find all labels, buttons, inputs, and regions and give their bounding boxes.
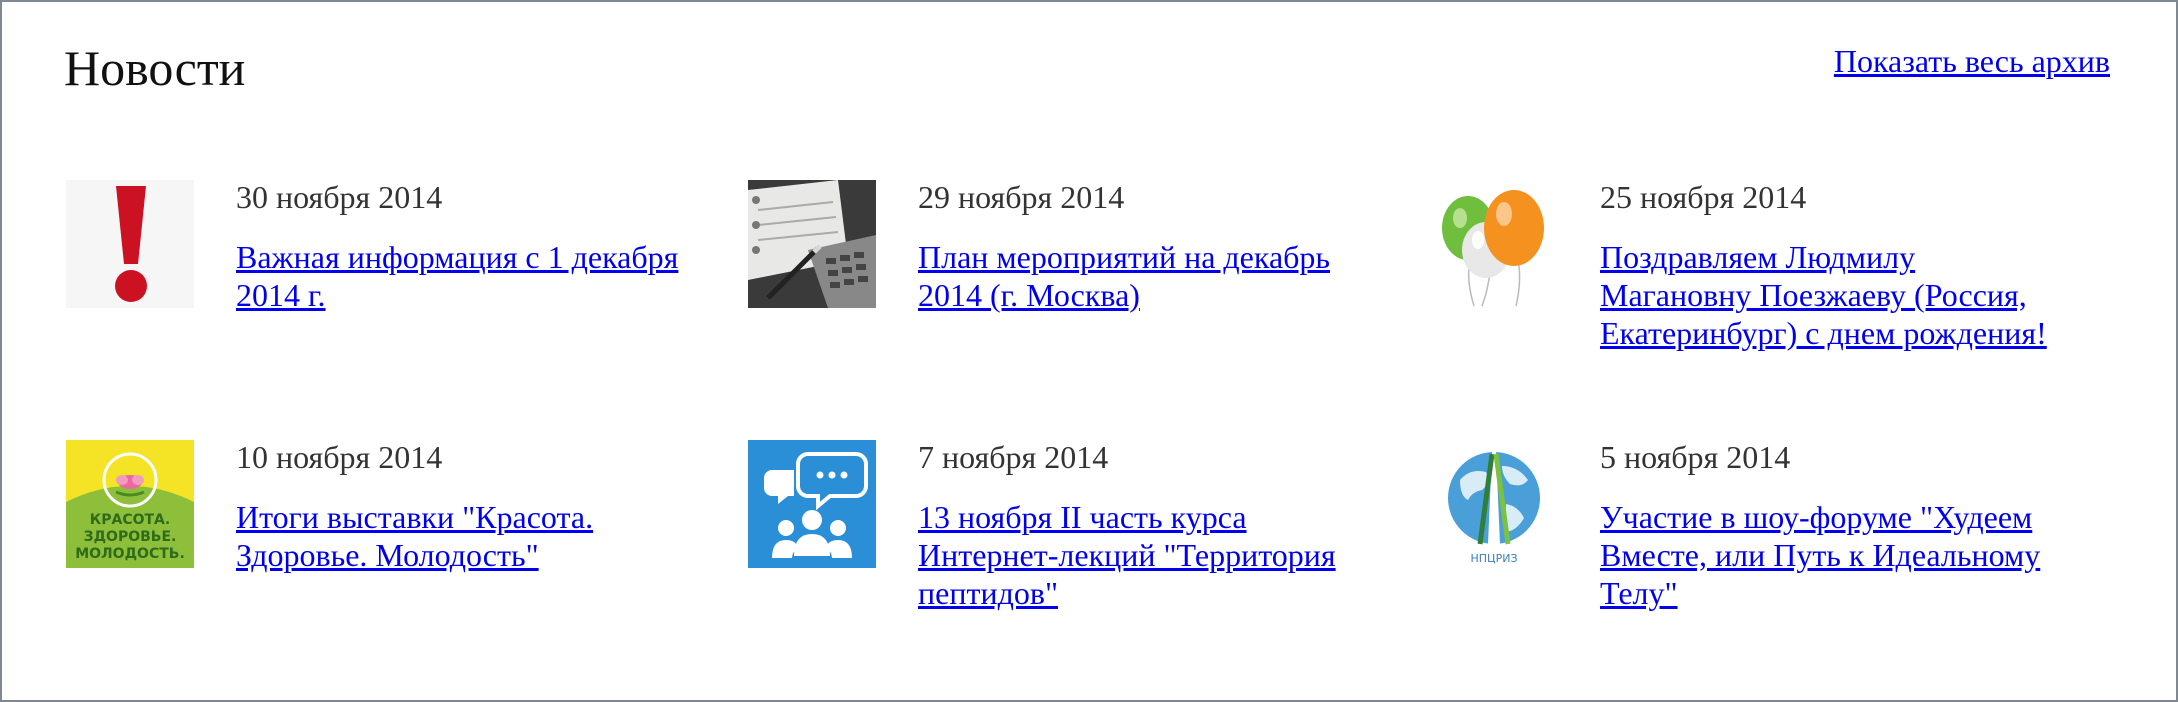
page-title: Новости	[64, 40, 246, 96]
news-title-line: Интернет-лекций "Территория	[918, 537, 1336, 573]
news-title-link[interactable]: Итоги выставки "Красота. Здоровье. Молод…	[236, 498, 726, 574]
globe-logo-text: НПЦРИЗ	[1471, 552, 1518, 565]
news-thumbnail[interactable]	[66, 180, 194, 308]
news-title-line: пептидов"	[918, 575, 1059, 611]
news-thumbnail[interactable]	[748, 180, 876, 308]
show-archive-link[interactable]: Показать весь архив	[1834, 42, 2110, 80]
news-date: 7 ноября 2014	[918, 439, 1109, 475]
expo-logo-line: МОЛОДОСТЬ.	[75, 546, 185, 562]
news-title-line: 2014 (г. Москва)	[918, 277, 1140, 313]
news-title-line: Здоровье. Молодость"	[236, 537, 539, 573]
expo-logo-line: КРАСОТА.	[90, 512, 170, 528]
news-title-line: Поздравляем Людмилу	[1600, 239, 1916, 275]
news-item: КРАСОТА. ЗДОРОВЬЕ. МОЛОДОСТЬ. 10 ноября …	[66, 439, 726, 640]
news-title-link[interactable]: План мероприятий на декабрь 2014 (г. Мос…	[918, 238, 1408, 314]
balloons-icon	[1430, 180, 1558, 308]
news-panel: Новости Показать весь архив 30 ноября 20…	[0, 0, 2178, 702]
planner-calculator-photo	[748, 180, 876, 308]
news-title-line: Вместе, или Путь к Идеальному	[1600, 537, 2041, 573]
expo-logo: КРАСОТА. ЗДОРОВЬЕ. МОЛОДОСТЬ.	[66, 440, 194, 568]
news-date: 30 ноября 2014	[236, 179, 443, 215]
community-chat-icon	[748, 440, 876, 568]
news-date: 5 ноября 2014	[1600, 439, 1791, 475]
news-thumbnail[interactable]	[748, 440, 876, 568]
news-title-line: Магановну Поезжаеву (Россия,	[1600, 277, 2027, 313]
news-item: 7 ноября 2014 13 ноября II часть курса И…	[748, 439, 1408, 640]
news-title-line: Важная информация с 1 декабря	[236, 239, 679, 275]
news-thumbnail[interactable]: НПЦРИЗ	[1430, 440, 1558, 568]
news-title-line: План мероприятий на декабрь	[918, 239, 1331, 275]
expo-logo-line: ЗДОРОВЬЕ.	[84, 529, 177, 545]
news-date: 29 ноября 2014	[918, 179, 1125, 215]
news-title-line: Участие в шоу-форуме "Худеем	[1600, 499, 2033, 535]
globe-logo: НПЦРИЗ	[1430, 440, 1558, 568]
news-title-line: Екатеринбург) с днем рождения!	[1600, 315, 2047, 351]
news-title-line: Телу"	[1600, 575, 1678, 611]
news-title-line: 13 ноября II часть курса	[918, 499, 1247, 535]
news-date: 10 ноября 2014	[236, 439, 443, 475]
news-item: 30 ноября 2014 Важная информация с 1 дек…	[66, 179, 726, 380]
news-title-link[interactable]: Участие в шоу-форуме "Худеем Вместе, или…	[1600, 498, 2090, 612]
exclamation-icon	[66, 180, 194, 308]
news-date: 25 ноября 2014	[1600, 179, 1807, 215]
news-thumbnail[interactable]	[1430, 180, 1558, 308]
news-item: 29 ноября 2014 План мероприятий на декаб…	[748, 179, 1408, 380]
news-item: 25 ноября 2014 Поздравляем Людмилу Маган…	[1430, 179, 2090, 380]
news-title-line: Итоги выставки "Красота.	[236, 499, 594, 535]
news-title-line: 2014 г.	[236, 277, 326, 313]
news-title-link[interactable]: 13 ноября II часть курса Интернет-лекций…	[918, 498, 1408, 612]
news-item: НПЦРИЗ 5 ноября 2014 Участие в шоу-форум…	[1430, 439, 2090, 640]
news-title-link[interactable]: Поздравляем Людмилу Магановну Поезжаеву …	[1600, 238, 2090, 352]
news-thumbnail[interactable]: КРАСОТА. ЗДОРОВЬЕ. МОЛОДОСТЬ.	[66, 440, 194, 568]
news-title-link[interactable]: Важная информация с 1 декабря 2014 г.	[236, 238, 726, 314]
